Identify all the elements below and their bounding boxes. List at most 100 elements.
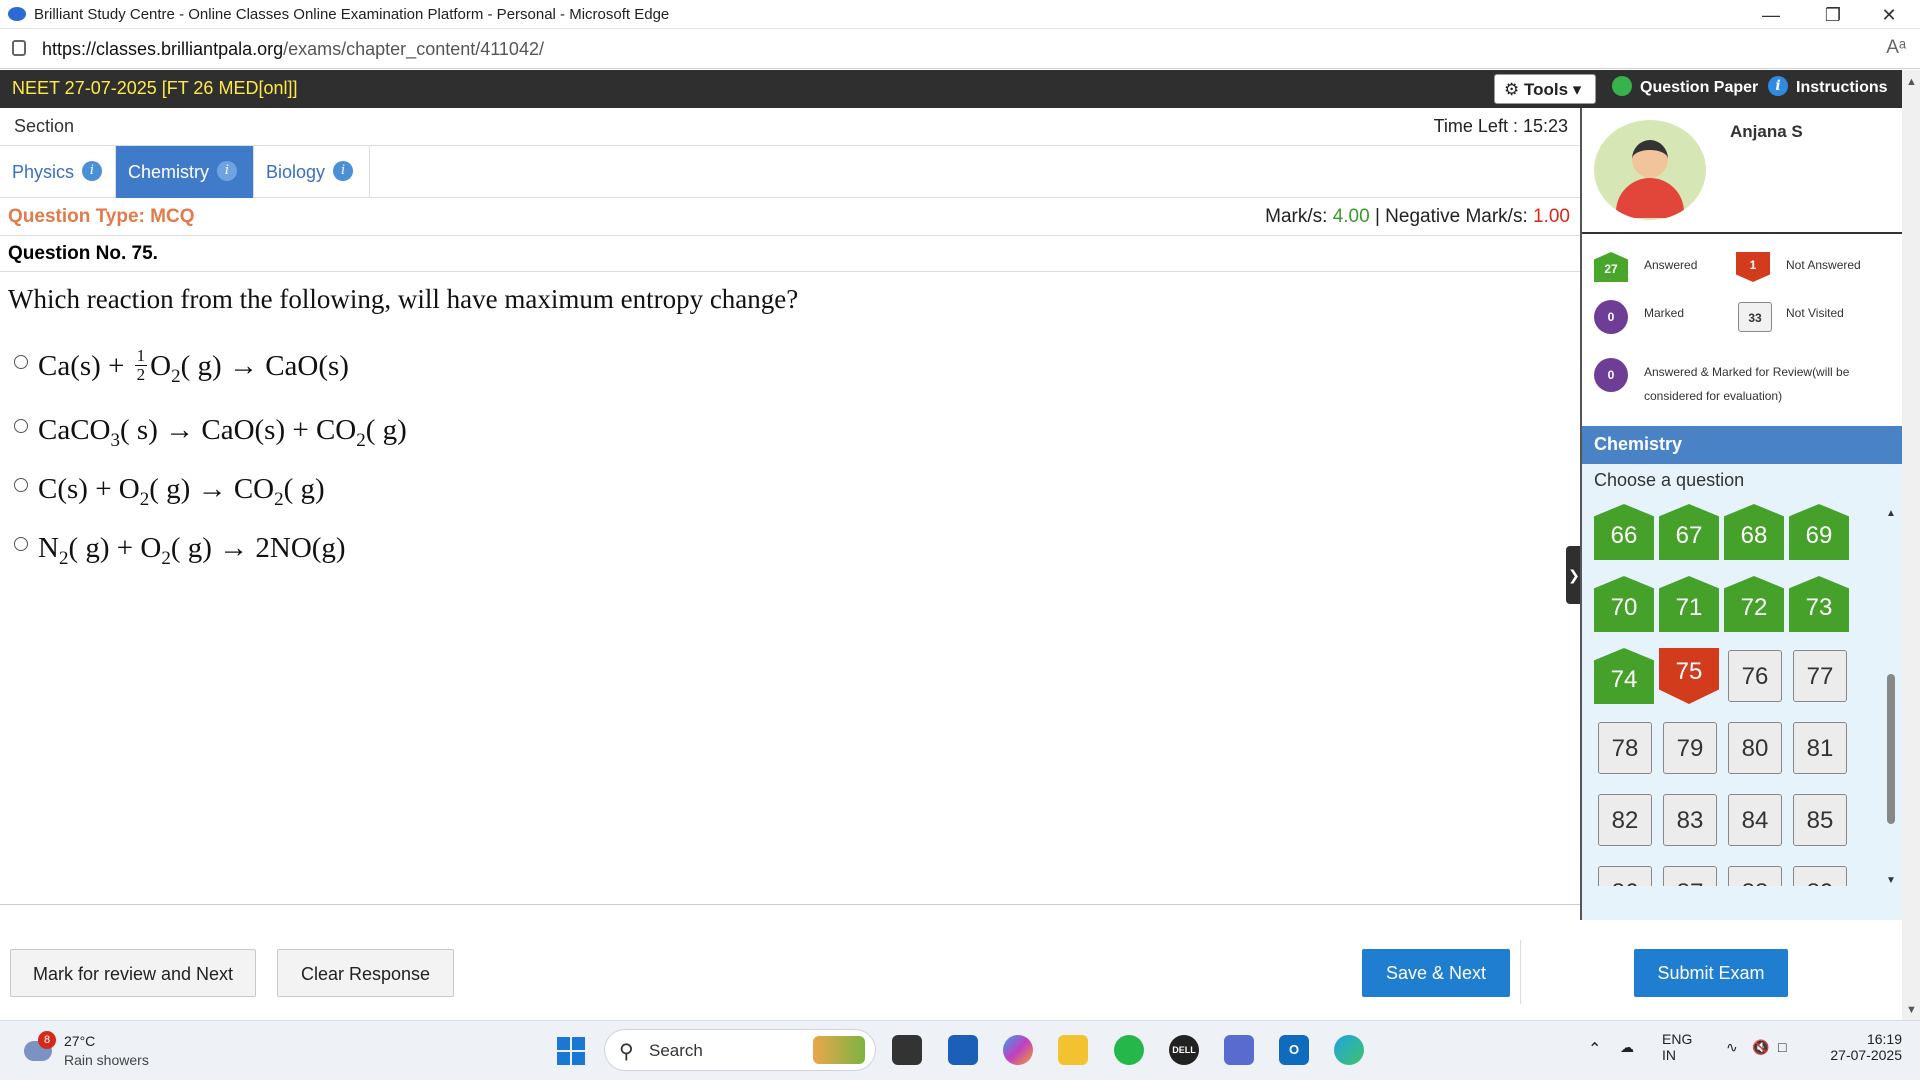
question-button-79[interactable]: 79 [1663,722,1717,774]
question-button-75[interactable]: 75 [1659,648,1719,704]
edge-logo-icon [8,7,26,21]
question-button-69[interactable]: 69 [1789,504,1849,560]
tab-chemistry[interactable]: Chemistry i [116,146,254,198]
question-button-68[interactable]: 68 [1724,504,1784,560]
close-window-button[interactable]: ✕ [1866,2,1912,28]
question-button-78[interactable]: 78 [1598,722,1652,774]
search-highlight-image [813,1036,865,1064]
question-button-87[interactable]: 87 [1663,866,1717,886]
scroll-down-icon[interactable]: ▼ [1886,875,1896,886]
minimize-button[interactable]: — [1748,2,1794,28]
question-number: Question No. 75. [8,243,158,264]
windows-taskbar: 8 27°C Rain showers ⚲ Search DELL O ⌃ ☁ … [0,1020,1920,1080]
option-3[interactable]: C(s) + O2( g) → CO2( g) [14,473,325,511]
radio-button[interactable] [14,355,28,370]
submit-exam-button[interactable]: Submit Exam [1634,949,1788,997]
question-button-74[interactable]: 74 [1594,648,1654,704]
temperature: 27°C [64,1033,96,1049]
windows-start-icon[interactable] [557,1037,585,1065]
radio-button[interactable] [14,419,28,433]
instructions-button[interactable]: i Instructions [1768,76,1888,98]
not-answered-label: Not Answered [1786,258,1861,272]
task-view-icon[interactable] [892,1035,922,1065]
address-bar[interactable]: https://classes.brilliantpala.org/exams/… [0,29,1920,69]
clear-response-button[interactable]: Clear Response [277,949,454,997]
question-button-84[interactable]: 84 [1728,794,1782,846]
lock-icon[interactable] [12,40,26,56]
weather-widget[interactable]: 8 27°C Rain showers [20,1031,200,1073]
candidate-name: Anjana S [1730,122,1803,141]
copilot-icon[interactable] [1003,1035,1033,1065]
info-icon[interactable]: i [333,161,354,182]
question-button-77[interactable]: 77 [1793,650,1847,702]
scroll-up-icon[interactable]: ▲ [1906,76,1917,88]
tools-dropdown[interactable]: ⚙ Tools ▾ [1494,74,1596,104]
answered-label: Answered [1644,258,1698,272]
question-button-89[interactable]: 89 [1793,866,1847,886]
file-explorer-icon[interactable] [1058,1035,1088,1065]
time-left: Time Left : 15:23 [1433,116,1568,136]
wifi-icon[interactable]: ∿ [1726,1039,1738,1056]
question-area: Section Time Left : 15:23 Physics i Chemi… [0,108,1580,908]
clock[interactable]: 16:19 27-07-2025 [1816,1031,1902,1063]
avatar [1594,120,1706,220]
question-button-67[interactable]: 67 [1659,504,1719,560]
page-scrollbar[interactable]: ▲ ▼ [1902,70,1920,1020]
battery-icon[interactable]: □ [1778,1039,1786,1055]
answered-marked-label: Answered & Marked for Review(will be cons… [1644,365,1850,403]
tab-physics[interactable]: Physics i [0,146,116,198]
app-icon[interactable] [1224,1035,1254,1065]
marked-label: Marked [1644,306,1685,320]
onedrive-icon[interactable]: ☁ [1620,1039,1634,1056]
language-indicator[interactable]: ENG IN [1662,1031,1692,1063]
taskbar-search[interactable]: ⚲ Search [604,1029,876,1071]
question-button-72[interactable]: 72 [1724,576,1784,632]
question-button-83[interactable]: 83 [1663,794,1717,846]
tab-biology[interactable]: Biology i [254,146,370,198]
edge-icon[interactable] [1334,1035,1364,1065]
not-answered-count-badge: 1 [1736,252,1770,282]
option-1[interactable]: Ca(s) + 1 2 O2( g) → CaO(s) [14,347,349,388]
scroll-thumb[interactable] [1887,674,1895,824]
not-visited-count-badge: 33 [1738,302,1772,332]
save-next-button[interactable]: Save & Next [1362,949,1510,997]
url-text[interactable]: https://classes.brilliantpala.org/exams/… [42,39,544,60]
question-button-71[interactable]: 71 [1659,576,1719,632]
info-icon[interactable]: i [82,161,103,182]
store-icon[interactable] [948,1035,978,1065]
choose-question-label: Choose a question [1594,470,1745,490]
info-icon[interactable]: i [217,161,238,182]
section-tabs: Physics i Chemistry i Biology i [0,146,1580,198]
scroll-down-icon[interactable]: ▼ [1906,1004,1917,1016]
outlook-icon[interactable]: O [1279,1035,1309,1065]
question-paper-button[interactable]: Question Paper [1612,76,1758,98]
question-palette: Choose a question 66 67 68 69 70 71 72 73 74 75 76… [1582,464,1902,923]
volume-icon[interactable]: 🔇 [1752,1039,1769,1056]
whatsapp-icon[interactable] [1114,1035,1144,1065]
question-button-81[interactable]: 81 [1793,722,1847,774]
palette-scrollbar[interactable]: ▲ ▼ [1884,504,1898,886]
dell-icon[interactable]: DELL [1169,1035,1199,1065]
question-button-88[interactable]: 88 [1728,866,1782,886]
question-button-82[interactable]: 82 [1598,794,1652,846]
radio-button[interactable] [14,478,28,492]
notification-badge: 8 [38,1031,56,1049]
read-aloud-icon[interactable]: Aᵃ [1886,37,1906,59]
question-button-86[interactable]: 86 [1598,866,1652,886]
profile-section: Anjana S [1582,108,1902,234]
option-4[interactable]: N2( g) + O2( g) → 2NO(g) [14,532,346,570]
option-2[interactable]: CaCO3( s) → CaO(s) + CO2( g) [14,414,407,452]
question-button-85[interactable]: 85 [1793,794,1847,846]
section-label: Section [14,116,75,136]
marked-count-badge: 0 [1594,300,1628,334]
scroll-up-icon[interactable]: ▲ [1886,508,1896,519]
question-button-76[interactable]: 76 [1728,650,1782,702]
mark-for-review-button[interactable]: Mark for review and Next [10,949,256,997]
radio-button[interactable] [14,537,28,551]
question-button-66[interactable]: 66 [1594,504,1654,560]
question-button-73[interactable]: 73 [1789,576,1849,632]
question-button-70[interactable]: 70 [1594,576,1654,632]
maximize-button[interactable]: ❐ [1810,2,1856,28]
chevron-up-icon[interactable]: ⌃ [1588,1039,1601,1059]
question-button-80[interactable]: 80 [1728,722,1782,774]
